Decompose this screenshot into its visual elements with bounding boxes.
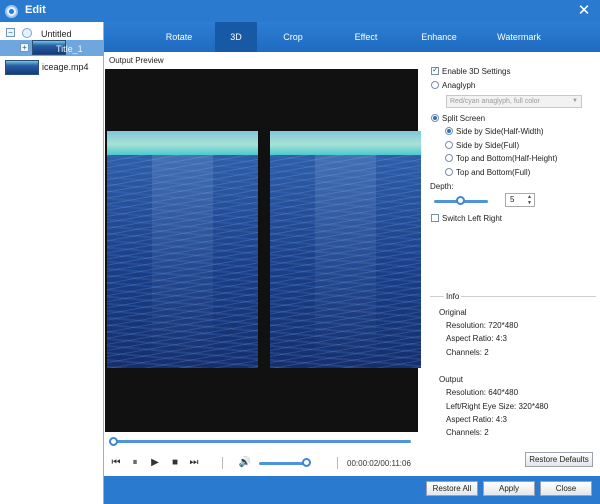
previous-icon[interactable]: ⏮	[110, 457, 122, 469]
controls-divider	[222, 457, 223, 469]
tab-crop[interactable]: Crop	[260, 22, 326, 52]
anaglyph-label[interactable]: Anaglyph	[442, 81, 475, 90]
output-resolution: Resolution: 640*480	[446, 388, 519, 397]
output-channels: Channels: 2	[446, 428, 489, 437]
expand-icon[interactable]: +	[20, 43, 29, 52]
tree-item-title[interactable]: + Title_1	[0, 40, 104, 56]
original-resolution: Resolution: 720*480	[446, 321, 519, 330]
original-channels: Channels: 2	[446, 348, 489, 357]
chevron-down-icon: ▼	[572, 98, 578, 104]
restore-all-button[interactable]: Restore All	[426, 481, 478, 496]
depth-spinbox[interactable]: 5 ▲ ▼	[505, 193, 535, 207]
volume-slider[interactable]	[259, 462, 307, 465]
switch-left-right-checkbox[interactable]	[431, 214, 439, 222]
tab-enhance[interactable]: Enhance	[404, 22, 474, 52]
original-heading: Original	[439, 308, 467, 317]
spin-down-icon[interactable]: ▼	[527, 200, 533, 206]
edit-tab-bar: Rotate 3D Crop Effect Enhance Watermark	[104, 22, 600, 52]
top-bottom-full-radio[interactable]	[445, 168, 453, 176]
title-bar: Edit ✕	[0, 0, 600, 22]
top-bottom-full-label[interactable]: Top and Bottom(Full)	[456, 168, 530, 177]
seek-track[interactable]	[113, 440, 411, 443]
side-by-side-full-radio[interactable]	[445, 141, 453, 149]
video-preview	[105, 69, 421, 432]
side-by-side-half-radio[interactable]	[445, 127, 453, 135]
output-aspect-ratio: Aspect Ratio: 4:3	[446, 415, 507, 424]
switch-left-right-label[interactable]: Switch Left Right	[442, 214, 502, 223]
close-window-icon[interactable]: ✕	[575, 2, 593, 20]
project-label: Untitled	[41, 29, 72, 39]
tree-item-file[interactable]: iceage.mp4	[0, 58, 104, 76]
split-screen-radio[interactable]	[431, 114, 439, 122]
tab-watermark[interactable]: Watermark	[482, 22, 556, 52]
file-thumbnail	[5, 60, 39, 75]
top-bottom-half-label[interactable]: Top and Bottom(Half-Height)	[456, 154, 557, 163]
project-icon	[22, 28, 32, 38]
tab-rotate[interactable]: Rotate	[146, 22, 212, 52]
controls-divider	[337, 457, 338, 469]
depth-value[interactable]: 5	[510, 195, 514, 204]
anaglyph-radio[interactable]	[431, 81, 439, 89]
app-icon	[5, 5, 18, 18]
split-screen-label[interactable]: Split Screen	[442, 114, 485, 123]
depth-label: Depth:	[430, 182, 454, 191]
tab-effect[interactable]: Effect	[330, 22, 402, 52]
seek-slider[interactable]	[109, 437, 413, 446]
anaglyph-mode-select: Red/cyan anaglyph, full color ▼	[446, 95, 582, 108]
collapse-icon[interactable]: −	[6, 28, 15, 37]
file-label: iceage.mp4	[42, 62, 89, 72]
media-tree: − Untitled + Title_1 iceage.mp4	[0, 22, 104, 504]
title-label: Title_1	[56, 44, 83, 54]
tab-3d[interactable]: 3D	[215, 22, 257, 52]
info-title: Info	[444, 292, 462, 301]
restore-defaults-button[interactable]: Restore Defaults	[525, 452, 593, 467]
window-title: Edit	[25, 4, 46, 16]
enable-3d-label[interactable]: Enable 3D Settings	[442, 67, 511, 76]
output-heading: Output	[439, 375, 464, 384]
close-button[interactable]: Close	[540, 481, 592, 496]
right-eye-frame	[270, 131, 421, 368]
output-eye-size: Left/Right Eye Size: 320*480	[446, 402, 549, 411]
next-icon[interactable]: ⏭	[188, 457, 200, 469]
output-preview-label: Output Preview	[109, 56, 164, 65]
depth-handle[interactable]	[456, 196, 465, 205]
original-aspect-ratio: Aspect Ratio: 4:3	[446, 334, 507, 343]
top-bottom-half-radio[interactable]	[445, 154, 453, 162]
play-icon[interactable]: ▶	[149, 457, 161, 469]
stop-icon[interactable]: ■	[169, 457, 181, 469]
seek-handle[interactable]	[109, 437, 118, 446]
enable-3d-checkbox[interactable]	[431, 65, 439, 75]
tree-item-project[interactable]: − Untitled	[0, 25, 104, 41]
volume-handle[interactable]	[302, 458, 311, 467]
side-by-side-half-label[interactable]: Side by Side(Half-Width)	[456, 127, 544, 136]
volume-icon[interactable]: 🔊	[238, 457, 252, 469]
left-eye-frame	[107, 131, 258, 368]
apply-button[interactable]: Apply	[483, 481, 535, 496]
time-readout: 00:00:02/00:11:06	[347, 459, 411, 468]
side-by-side-full-label[interactable]: Side by Side(Full)	[456, 141, 519, 150]
anaglyph-mode-value: Red/cyan anaglyph, full color	[450, 98, 540, 105]
pause-icon[interactable]: ⏸	[129, 457, 141, 469]
